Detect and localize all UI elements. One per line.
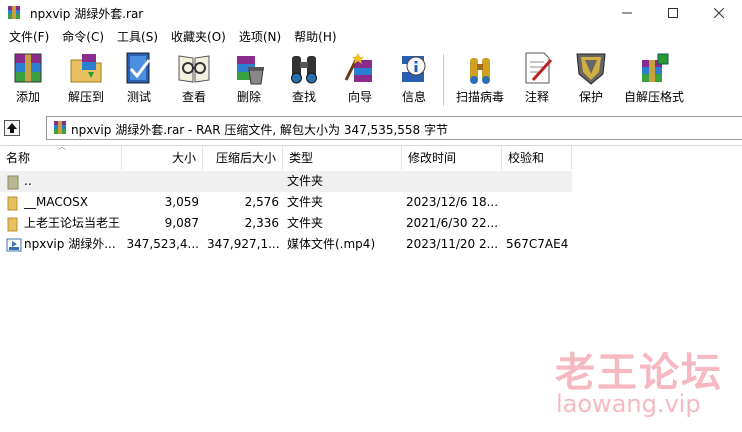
menu-file[interactable]: 文件(F) [4,27,54,47]
toolbar: 添加 解压到 测试 查看 删除 查找 向导 信息 扫描病毒 注释 保护 自解压格… [0,48,742,110]
column-header-crc[interactable]: 校验和 [502,146,572,170]
toolbar-separator [443,54,444,106]
table-row[interactable]: 上老王论坛当老王 9,087 2,336 文件夹 2021/6/30 22... [0,213,572,234]
sfx-icon [642,53,669,82]
wizard-button[interactable]: 向导 [332,50,388,108]
address-bar: npxvip 湖绿外套.rar - RAR 压缩文件, 解包大小为 347,53… [0,112,742,144]
column-header-packed[interactable]: 压缩后大小 [203,146,283,170]
extract-to-icon [70,54,102,83]
column-header-size[interactable]: 大小 [122,146,203,170]
comment-icon [525,52,553,84]
folder-icon [7,196,18,211]
info-button[interactable]: 信息 [388,50,440,108]
column-header-type[interactable]: 类型 [283,146,402,170]
info-icon [402,56,426,82]
menu-tools[interactable]: 工具(S) [112,27,163,47]
test-icon [126,52,151,84]
menu-bar: 文件(F) 命令(C) 工具(S) 收藏夹(O) 选项(N) 帮助(H) [0,26,742,48]
minimize-icon [622,12,632,14]
protect-icon [576,53,606,85]
arrow-up-icon [7,123,17,133]
virus-scan-icon [470,58,490,84]
close-button[interactable] [696,0,742,26]
delete-icon [237,56,264,85]
close-icon [714,8,724,18]
minimize-button[interactable] [604,0,650,26]
sfx-button[interactable]: 自解压格式 [620,50,688,108]
table-row[interactable]: npxvip 湖绿外... 347,523,4... 347,927,1... … [0,234,572,255]
watermark-url: laowang.vip [556,390,701,418]
table-row[interactable]: __MACOSX 3,059 2,576 文件夹 2023/12/6 18... [0,192,572,213]
view-button[interactable]: 查看 [168,50,220,108]
virus-scan-button[interactable]: 扫描病毒 [450,50,510,108]
find-icon [291,56,317,84]
add-archive-icon [14,53,42,83]
archive-info-text: npxvip 湖绿外套.rar - RAR 压缩文件, 解包大小为 347,53… [71,123,448,137]
maximize-button[interactable] [650,0,696,26]
menu-favorites[interactable]: 收藏夹(O) [166,27,231,47]
winrar-app-icon [8,6,20,19]
parent-folder-icon [7,175,19,190]
up-folder-button[interactable] [4,120,20,136]
rar-archive-icon [54,121,66,134]
find-button[interactable]: 查找 [278,50,330,108]
maximize-icon [668,8,678,18]
table-row[interactable]: .. 文件夹 [0,171,572,192]
path-field[interactable]: npxvip 湖绿外套.rar - RAR 压缩文件, 解包大小为 347,53… [46,116,742,140]
add-button[interactable]: 添加 [2,50,54,108]
window-title: npxvip 湖绿外套.rar [30,7,144,21]
protect-button[interactable]: 保护 [566,50,616,108]
column-header-modified[interactable]: 修改时间 [402,146,502,170]
menu-help[interactable]: 帮助(H) [289,27,341,47]
menu-options[interactable]: 选项(N) [234,27,286,47]
view-icon [178,55,210,83]
column-header-name[interactable]: 名称 [0,146,122,170]
extract-to-button[interactable]: 解压到 [58,50,114,108]
video-file-icon [6,238,22,252]
wizard-icon [344,53,372,82]
menu-commands[interactable]: 命令(C) [57,27,109,47]
folder-icon [7,217,18,232]
comment-button[interactable]: 注释 [512,50,562,108]
delete-button[interactable]: 删除 [224,50,274,108]
title-bar: npxvip 湖绿外套.rar [0,0,742,26]
test-button[interactable]: 测试 [114,50,164,108]
